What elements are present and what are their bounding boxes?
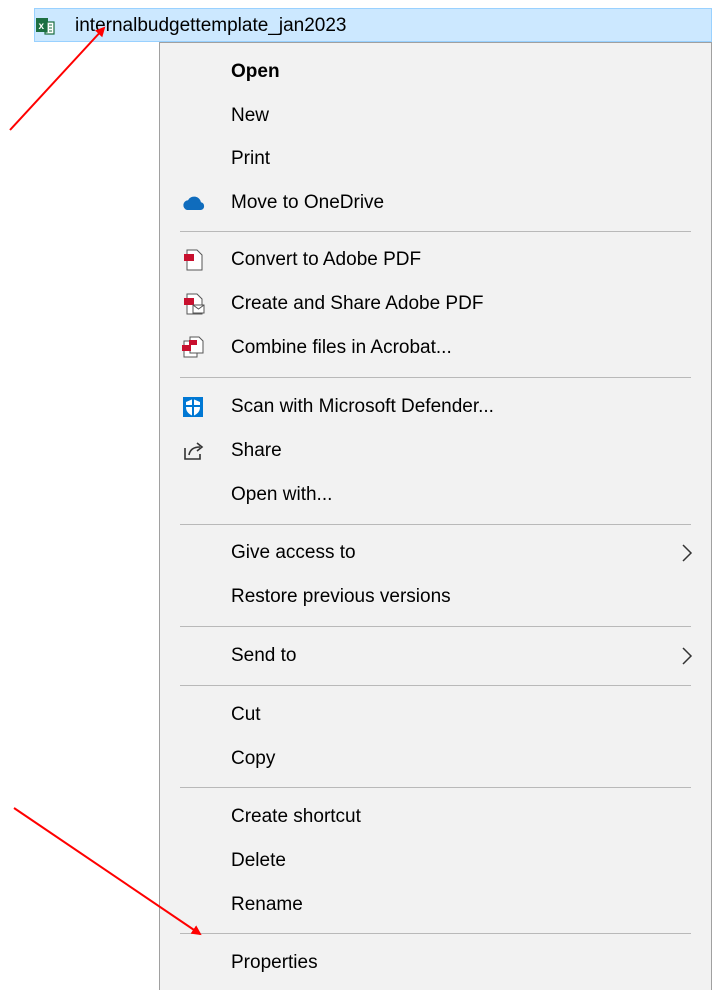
menu-separator [180,685,691,686]
menu-separator [180,933,691,934]
onedrive-cloud-icon [183,196,205,210]
share-icon [184,442,204,460]
menu-item-rename[interactable]: Rename [160,883,711,927]
menu-item-label: Send to [231,645,297,666]
menu-item-cut[interactable]: Cut [160,693,711,737]
menu-item-move-to-onedrive[interactable]: Move to OneDrive [160,181,711,225]
explorer-view: x internalbudgettemplate_jan2023 Open Ne… [0,0,721,990]
menu-item-label: Open [231,61,280,82]
menu-item-label: Copy [231,748,276,769]
menu-separator [180,231,691,232]
excel-file-icon: x [36,18,55,35]
chevron-right-icon [682,544,693,562]
acrobat-combine-icon [182,336,204,358]
menu-item-open[interactable]: Open [160,50,711,94]
menu-item-print[interactable]: Print [160,137,711,181]
menu-item-label: Print [231,148,271,169]
menu-separator [180,626,691,627]
svg-text:x: x [39,21,45,32]
menu-item-delete[interactable]: Delete [160,839,711,883]
menu-item-label: Create shortcut [231,806,361,827]
menu-item-open-with[interactable]: Open with... [160,473,711,517]
menu-item-label: Properties [231,952,318,973]
menu-item-send-to[interactable]: Send to [160,634,711,678]
menu-item-label: Delete [231,850,286,871]
file-name: internalbudgettemplate_jan2023 [75,15,347,36]
menu-item-label: Give access to [231,542,356,563]
adobe-pdf-share-icon [184,293,205,315]
adobe-pdf-icon [184,249,203,271]
menu-item-label: New [231,105,270,126]
menu-item-label: Share [231,440,282,461]
menu-item-label: Scan with Microsoft Defender... [231,396,494,417]
menu-item-properties[interactable]: Properties [160,941,711,985]
menu-item-scan-defender[interactable]: Scan with Microsoft Defender... [160,385,711,429]
defender-shield-icon [183,397,203,417]
menu-separator [180,524,691,525]
menu-item-copy[interactable]: Copy [160,737,711,781]
menu-item-label: Cut [231,704,261,725]
annotation-arrow-to-file [9,26,106,131]
menu-separator [180,787,691,788]
menu-item-share[interactable]: Share [160,429,711,473]
menu-item-label: Convert to Adobe PDF [231,249,422,270]
menu-item-restore-previous-versions[interactable]: Restore previous versions [160,575,711,619]
context-menu: Open New Print Move to OneDrive Convert … [159,42,712,990]
menu-item-label: Open with... [231,484,333,505]
menu-item-label: Rename [231,894,303,915]
menu-item-combine-files-acrobat[interactable]: Combine files in Acrobat... [160,326,711,370]
menu-item-convert-to-adobe-pdf[interactable]: Convert to Adobe PDF [160,238,711,282]
selected-file-row[interactable]: x internalbudgettemplate_jan2023 [34,8,712,42]
menu-item-new[interactable]: New [160,94,711,138]
menu-item-label: Move to OneDrive [231,192,385,213]
menu-item-create-share-adobe-pdf[interactable]: Create and Share Adobe PDF [160,282,711,326]
menu-item-label: Create and Share Adobe PDF [231,293,484,314]
menu-item-create-shortcut[interactable]: Create shortcut [160,795,711,839]
menu-item-label: Restore previous versions [231,586,451,607]
menu-item-label: Combine files in Acrobat... [231,337,452,358]
menu-separator [180,377,691,378]
chevron-right-icon [682,647,693,665]
menu-item-give-access-to[interactable]: Give access to [160,531,711,575]
